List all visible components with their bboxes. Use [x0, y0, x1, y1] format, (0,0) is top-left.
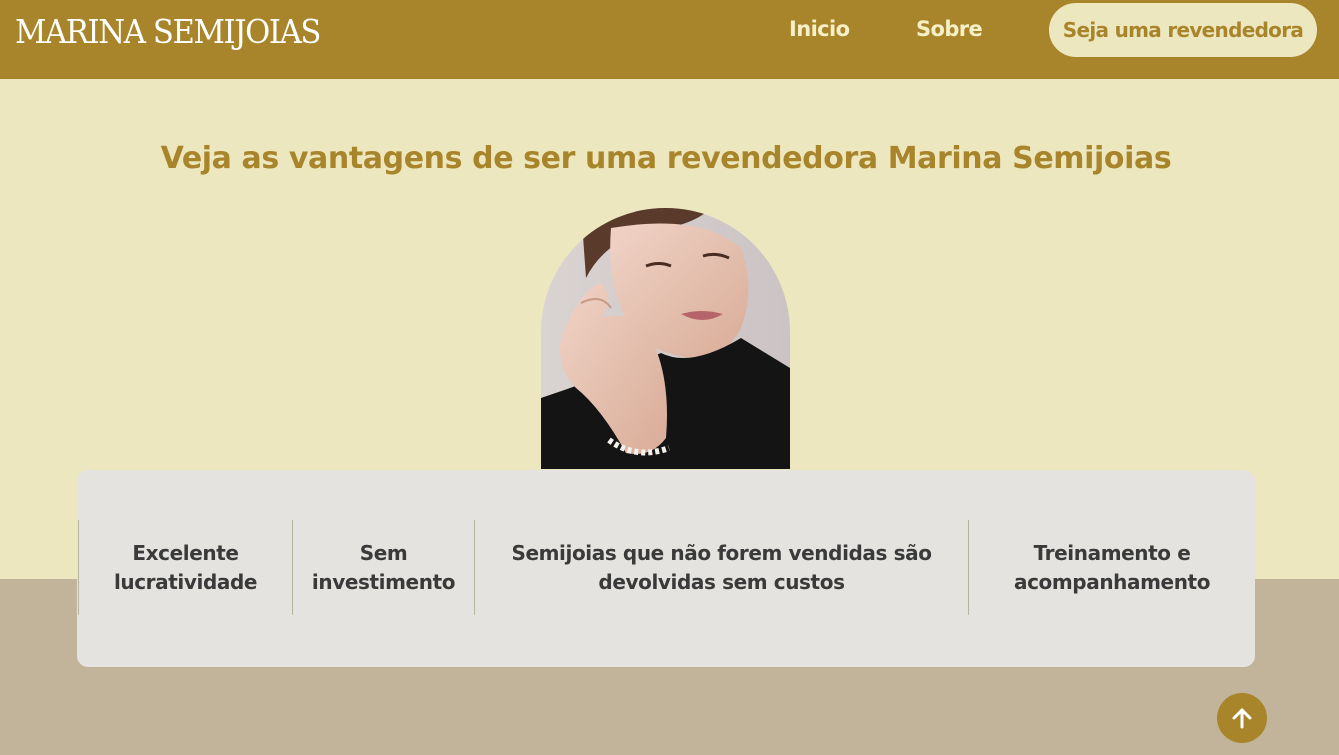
top-navigation-bar: MARINA SEMIJOIAS Inicio Sobre Seja uma r… — [0, 0, 1339, 79]
benefit-item-no-investment: Sem investimento — [292, 520, 474, 615]
scroll-to-top-button[interactable] — [1217, 693, 1267, 743]
arrow-up-icon — [1232, 708, 1252, 729]
become-reseller-button[interactable]: Seja uma revendedora — [1049, 3, 1317, 57]
nav-link-inicio[interactable]: Inicio — [789, 17, 850, 41]
benefit-line: investimento — [311, 569, 456, 594]
benefit-item-training: Treinamento e acompanhamento — [968, 520, 1255, 615]
benefit-item-free-returns: Semijoias que não forem vendidas são dev… — [474, 520, 968, 615]
benefit-line: Sem — [359, 540, 408, 565]
benefit-line: lucratividade — [113, 569, 258, 594]
page-headline: Veja as vantagens de ser uma revendedora… — [160, 141, 1172, 176]
benefit-line: acompanhamento — [1013, 569, 1211, 594]
benefit-line: Treinamento e — [1033, 540, 1191, 565]
benefit-line: devolvidas sem custos — [598, 569, 845, 594]
benefits-card: Excelente lucratividade Sem investimento… — [77, 470, 1255, 667]
hero-photo-woman-jewelry — [541, 208, 790, 469]
benefit-line: Semijoias que não forem vendidas são — [511, 540, 932, 565]
benefit-line: Excelente — [132, 540, 239, 565]
nav-link-sobre[interactable]: Sobre — [916, 17, 983, 41]
brand-logo[interactable]: MARINA SEMIJOIAS — [15, 12, 321, 51]
benefit-item-profitability: Excelente lucratividade — [78, 520, 292, 615]
